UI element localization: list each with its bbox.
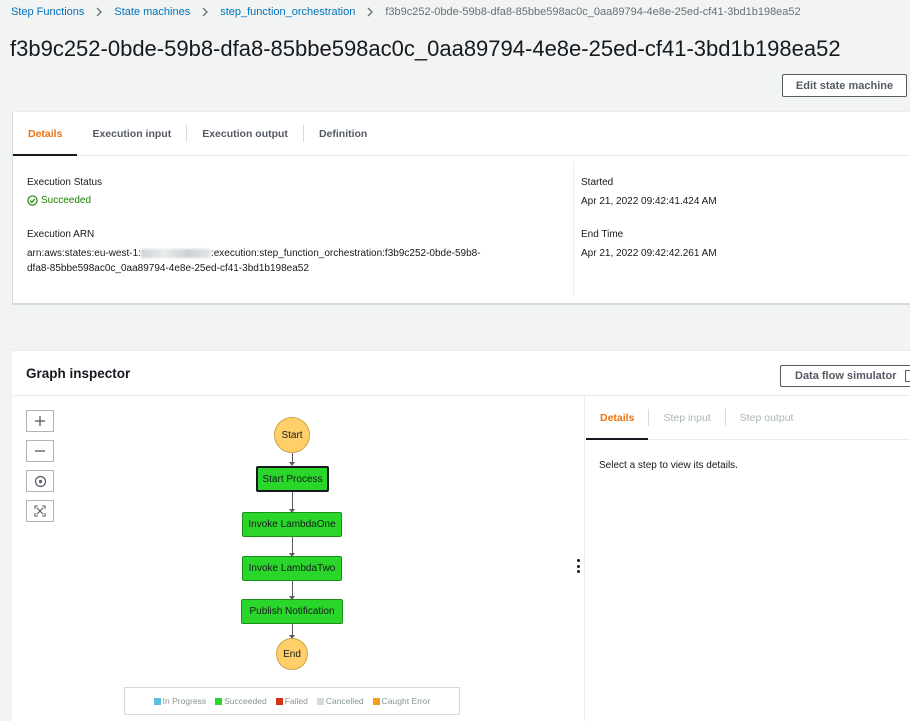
expand-icon [34, 505, 46, 517]
arn-prefix: arn:aws:states:eu-west-1: [27, 248, 141, 259]
edge [292, 492, 293, 510]
execution-status-value: Succeeded [27, 195, 91, 206]
node-invoke-lambda-one[interactable]: Invoke LambdaOne [242, 512, 342, 537]
step-details-panel: Details Step input Step output Select a … [586, 396, 910, 721]
graph-inspector-panel: Graph inspector Data flow simulator Star… [12, 350, 910, 721]
tab-step-output[interactable]: Step output [726, 396, 808, 439]
breadcrumb-current-execution: f3b9c252-0bde-59b8-dfa8-85bbe598ac0c_0aa… [385, 6, 801, 18]
node-start[interactable]: Start [274, 417, 310, 453]
legend-item: Failed [275, 696, 308, 706]
legend-swatch [153, 697, 161, 705]
tab-step-details[interactable]: Details [586, 396, 649, 440]
fit-to-screen-button[interactable] [26, 500, 54, 522]
legend-item: Cancelled [316, 696, 364, 706]
legend-item: In Progress [153, 696, 207, 706]
breadcrumb-state-machines[interactable]: State machines [114, 6, 190, 18]
resize-handle-icon[interactable] [576, 559, 580, 573]
legend-swatch [372, 697, 380, 705]
breadcrumb-state-machine[interactable]: step_function_orchestration [220, 6, 355, 18]
legend-label: Caught Error [381, 696, 431, 706]
column-divider [573, 162, 574, 297]
chevron-right-icon [367, 7, 374, 17]
execution-arn-label: Execution ARN [27, 229, 95, 240]
legend-swatch [275, 697, 283, 705]
node-invoke-lambda-two[interactable]: Invoke LambdaTwo [242, 556, 342, 581]
center-graph-button[interactable] [26, 470, 54, 492]
tab-execution-input[interactable]: Execution input [77, 112, 186, 155]
data-flow-simulator-button[interactable]: Data flow simulator [780, 365, 910, 387]
legend-item: Caught Error [372, 696, 431, 706]
minus-icon [35, 450, 45, 452]
execution-arn-value: arn:aws:states:eu-west-1: :execution:step… [27, 246, 547, 276]
legend-label: In Progress [162, 696, 207, 706]
tab-details[interactable]: Details [13, 112, 78, 156]
end-time-value: Apr 21, 2022 09:42:42.261 AM [581, 248, 717, 259]
started-label: Started [581, 177, 614, 188]
step-tabs: Details Step input Step output [586, 396, 910, 440]
node-end[interactable]: End [276, 638, 308, 670]
zoom-in-button[interactable] [26, 410, 54, 432]
plus-icon [35, 416, 45, 426]
graph-canvas[interactable]: Start Start Process Invoke LambdaOne Inv… [12, 396, 585, 721]
page-title: f3b9c252-0bde-59b8-dfa8-85bbe598ac0c_0aa… [10, 36, 841, 61]
execution-tabs: Details Execution input Execution output… [13, 112, 910, 156]
arn-line-2: dfa8-85bbe598ac0c_0aa89794-4e8e-25ed-cf4… [27, 263, 309, 274]
chevron-right-icon [202, 7, 209, 17]
tab-step-input[interactable]: Step input [649, 396, 724, 439]
legend-swatch [215, 697, 223, 705]
chevron-right-icon [96, 7, 103, 17]
node-publish-notification[interactable]: Publish Notification [241, 599, 343, 624]
check-circle-icon [27, 195, 38, 206]
legend-swatch [316, 697, 324, 705]
zoom-out-button[interactable] [26, 440, 54, 462]
arn-suffix: :execution:step_function_orchestration:f… [210, 248, 481, 259]
graph-inspector-title: Graph inspector [26, 366, 131, 381]
target-icon [34, 475, 46, 487]
legend-item: Succeeded [215, 696, 267, 706]
graph-legend: In Progress Succeeded Failed Cancelled C… [124, 687, 460, 715]
legend-label: Succeeded [224, 696, 267, 706]
end-time-label: End Time [581, 229, 624, 240]
redacted-account-id [140, 248, 211, 258]
select-step-message: Select a step to view its details. [599, 460, 738, 471]
status-text: Succeeded [41, 195, 92, 206]
legend-label: Cancelled [325, 696, 364, 706]
data-flow-simulator-label: Data flow simulator [795, 370, 897, 382]
breadcrumb: Step Functions State machines step_funct… [11, 5, 801, 19]
node-start-process[interactable]: Start Process [256, 466, 329, 492]
tab-definition[interactable]: Definition [304, 112, 382, 155]
execution-status-label: Execution Status [27, 177, 103, 188]
started-value: Apr 21, 2022 09:42:41.424 AM [581, 196, 717, 207]
tab-execution-output[interactable]: Execution output [187, 112, 303, 155]
breadcrumb-step-functions[interactable]: Step Functions [11, 6, 84, 18]
legend-label: Failed [284, 696, 308, 706]
execution-details-panel: Details Execution input Execution output… [12, 111, 910, 305]
external-link-icon [905, 370, 910, 382]
edit-state-machine-button[interactable]: Edit state machine [782, 74, 907, 97]
